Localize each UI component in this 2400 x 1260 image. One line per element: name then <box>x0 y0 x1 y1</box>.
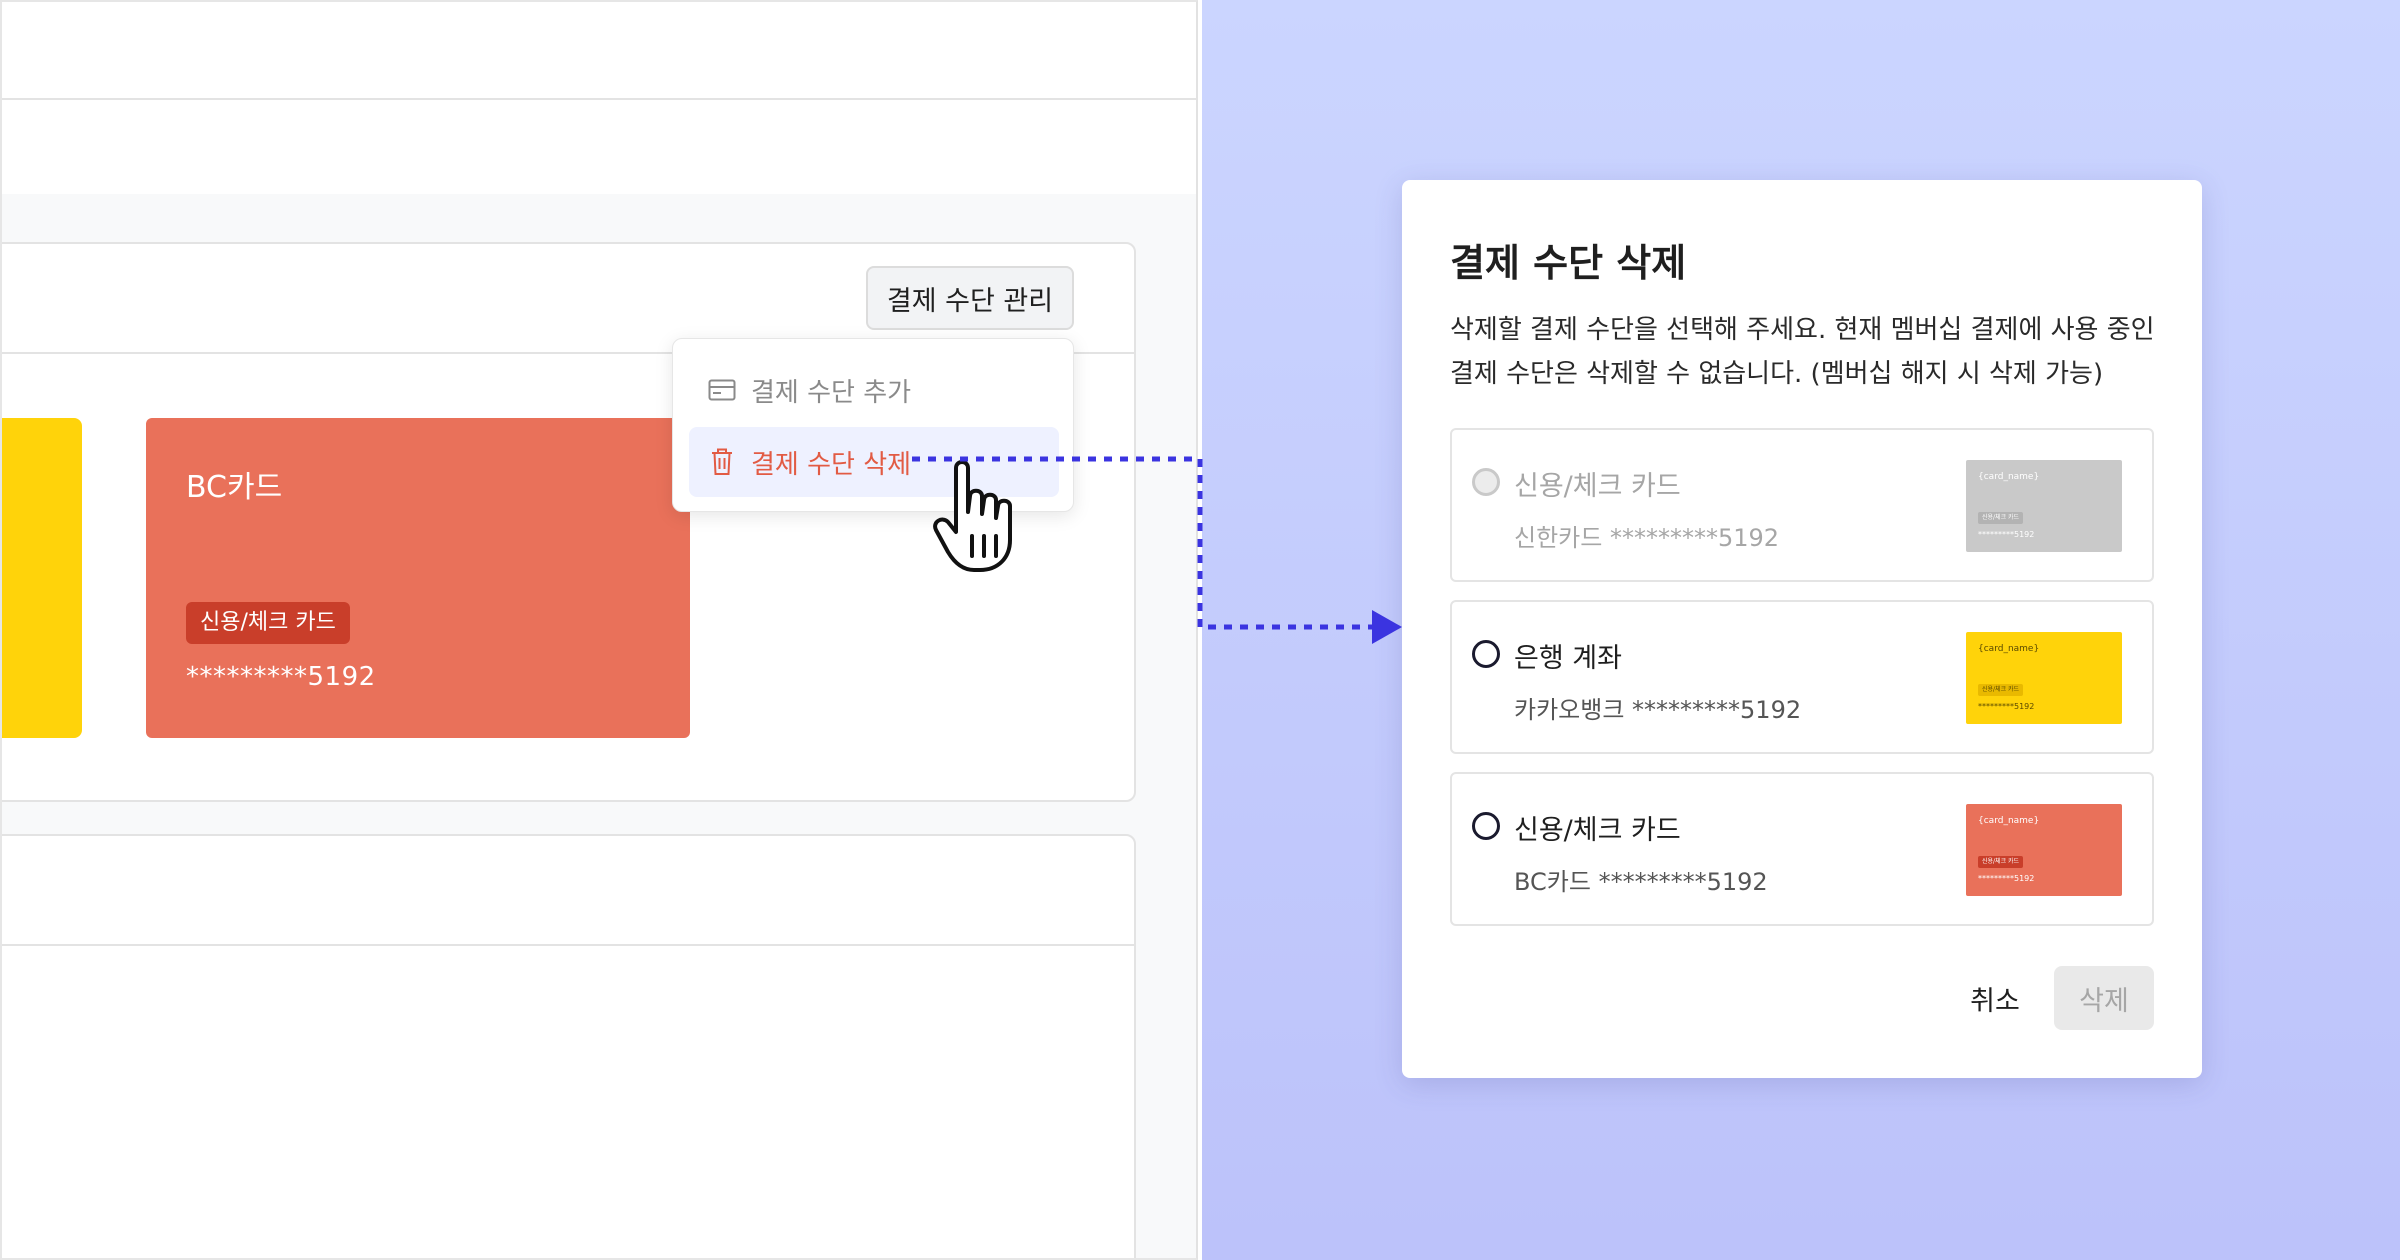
manage-payment-methods-button[interactable]: 결제 수단 관리 <box>866 266 1074 330</box>
dialog-description: 삭제할 결제 수단을 선택해 주세요. 현재 멤버십 결제에 사용 중인 결제 … <box>1450 315 2155 389</box>
option-subtitle: BC카드 *********5192 <box>1514 868 1768 896</box>
card-type-badge: 신용/체크 카드 <box>186 602 350 644</box>
card-thumbnail: {card_name} 신용/체크 카드 *********5192 <box>1966 460 2122 552</box>
card-thumbnail: {card_name} 신용/체크 카드 *********5192 <box>1966 632 2122 724</box>
option-title: 은행 계좌 <box>1514 643 1622 674</box>
payment-card-yellow[interactable] <box>2 418 82 738</box>
card-number: *********5192 <box>186 662 376 692</box>
option-shinhan-card: 신용/체크 카드 신한카드 *********5192 {card_name} … <box>1450 428 2154 582</box>
delete-button[interactable]: 삭제 <box>2054 966 2154 1030</box>
menu-item-add-payment-method[interactable]: 결제 수단 추가 <box>689 355 1059 425</box>
mini-card-name: {card_name} <box>1978 644 2040 654</box>
mini-card-name: {card_name} <box>1978 472 2040 482</box>
mini-card-name: {card_name} <box>1978 816 2040 826</box>
option-subtitle: 카카오뱅크 *********5192 <box>1514 696 1802 724</box>
payment-card-bc[interactable]: BC카드 신용/체크 카드 *********5192 <box>146 418 690 738</box>
option-title: 신용/체크 카드 <box>1514 815 1681 846</box>
mini-card-number: *********5192 <box>1978 874 2035 883</box>
card-thumbnail: {card_name} 신용/체크 카드 *********5192 <box>1966 804 2122 896</box>
mini-card-badge: 신용/체크 카드 <box>1978 856 2024 868</box>
dialog-title: 결제 수단 삭제 <box>1450 241 1687 285</box>
top-bar <box>2 2 1196 100</box>
section-divider <box>2 944 1134 946</box>
menu-item-label: 결제 수단 추가 <box>751 377 912 408</box>
cancel-button[interactable]: 취소 <box>1950 966 2040 1030</box>
card-name: BC카드 <box>186 470 283 505</box>
menu-item-label: 결제 수단 삭제 <box>751 449 912 480</box>
mini-card-number: *********5192 <box>1978 702 2035 711</box>
option-title: 신용/체크 카드 <box>1514 471 1681 502</box>
delete-payment-method-dialog: 결제 수단 삭제 삭제할 결제 수단을 선택해 주세요. 현재 멤버십 결제에 … <box>1402 180 2202 1078</box>
trash-icon <box>707 447 737 477</box>
hand-pointer-icon <box>933 460 1012 572</box>
mini-card-badge: 신용/체크 카드 <box>1978 512 2024 524</box>
radio-button[interactable] <box>1472 640 1500 668</box>
mini-card-badge: 신용/체크 카드 <box>1978 684 2024 696</box>
credit-card-icon <box>707 375 737 405</box>
secondary-section <box>2 834 1136 1258</box>
option-subtitle: 신한카드 *********5192 <box>1514 524 1780 552</box>
sub-bar <box>2 100 1196 194</box>
option-bc-card[interactable]: 신용/체크 카드 BC카드 *********5192 {card_name} … <box>1450 772 2154 926</box>
left-panel: 결제 수단 관리 BC카드 신용/체크 카드 *********5192 결제 … <box>0 0 1198 1260</box>
radio-button <box>1472 468 1500 496</box>
radio-button[interactable] <box>1472 812 1500 840</box>
mini-card-number: *********5192 <box>1978 530 2035 539</box>
option-kakaobank-account[interactable]: 은행 계좌 카카오뱅크 *********5192 {card_name} 신용… <box>1450 600 2154 754</box>
